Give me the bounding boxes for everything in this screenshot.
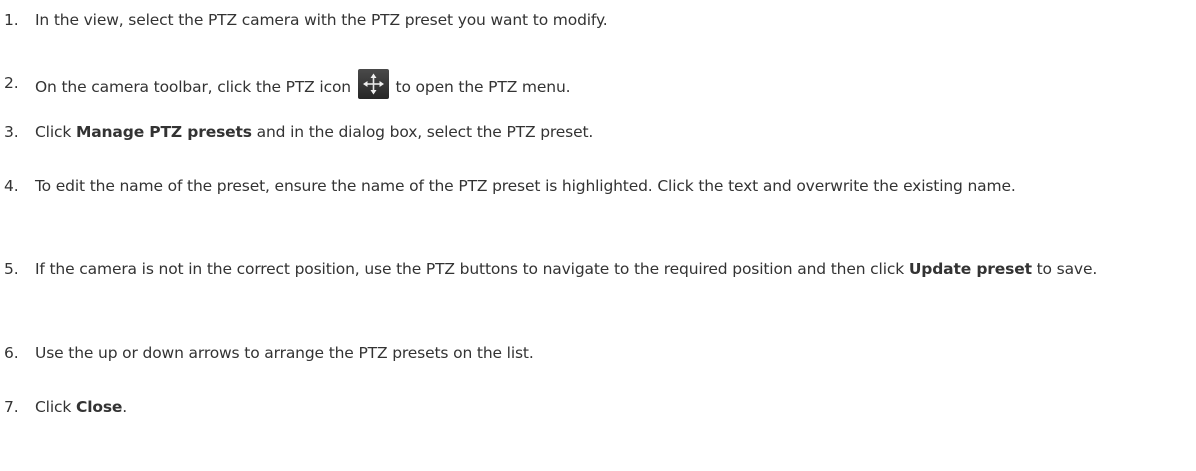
- step-number: 5.: [4, 260, 19, 278]
- step-text: To edit the name of the preset, ensure t…: [35, 177, 1016, 195]
- step-number: 3.: [4, 123, 19, 141]
- step-text: In the view, select the PTZ camera with …: [35, 11, 608, 29]
- step-text: If the camera is not in the correct posi…: [35, 260, 909, 278]
- step-number: 4.: [4, 177, 19, 195]
- instruction-steps: 1. In the view, select the PTZ camera wi…: [0, 0, 1196, 471]
- step-3: 3. Click Manage PTZ presets and in the d…: [0, 118, 1190, 147]
- step-text: Use the up or down arrows to arrange the…: [35, 344, 534, 362]
- ui-term-update-preset: Update preset: [908, 260, 1032, 278]
- step-5: 5. If the camera is not in the correct p…: [0, 255, 1190, 284]
- step-number: 7.: [4, 398, 19, 416]
- ui-term-manage-ptz-presets: Manage PTZ presets: [75, 123, 252, 141]
- ptz-move-icon: [357, 69, 389, 99]
- step-text: Click: [35, 398, 76, 416]
- step-7: 7. Click Close.: [0, 393, 1190, 422]
- step-number: 1.: [4, 11, 19, 29]
- step-1: 1. In the view, select the PTZ camera wi…: [0, 6, 1190, 35]
- step-text: On the camera toolbar, click the PTZ ico…: [35, 78, 351, 96]
- step-4: 4. To edit the name of the preset, ensur…: [0, 172, 1190, 201]
- step-number: 2.: [4, 74, 19, 92]
- step-6: 6. Use the up or down arrows to arrange …: [0, 339, 1190, 368]
- step-text: to open the PTZ menu.: [395, 78, 571, 96]
- step-text: to save.: [1031, 260, 1098, 278]
- step-number: 6.: [4, 344, 19, 362]
- step-text: and in the dialog box, select the PTZ pr…: [251, 123, 594, 141]
- step-text: .: [122, 398, 128, 416]
- step-text: Click: [35, 123, 76, 141]
- ui-term-close: Close: [75, 398, 123, 416]
- step-2: 2. On the camera toolbar, click the PTZ …: [0, 69, 1190, 102]
